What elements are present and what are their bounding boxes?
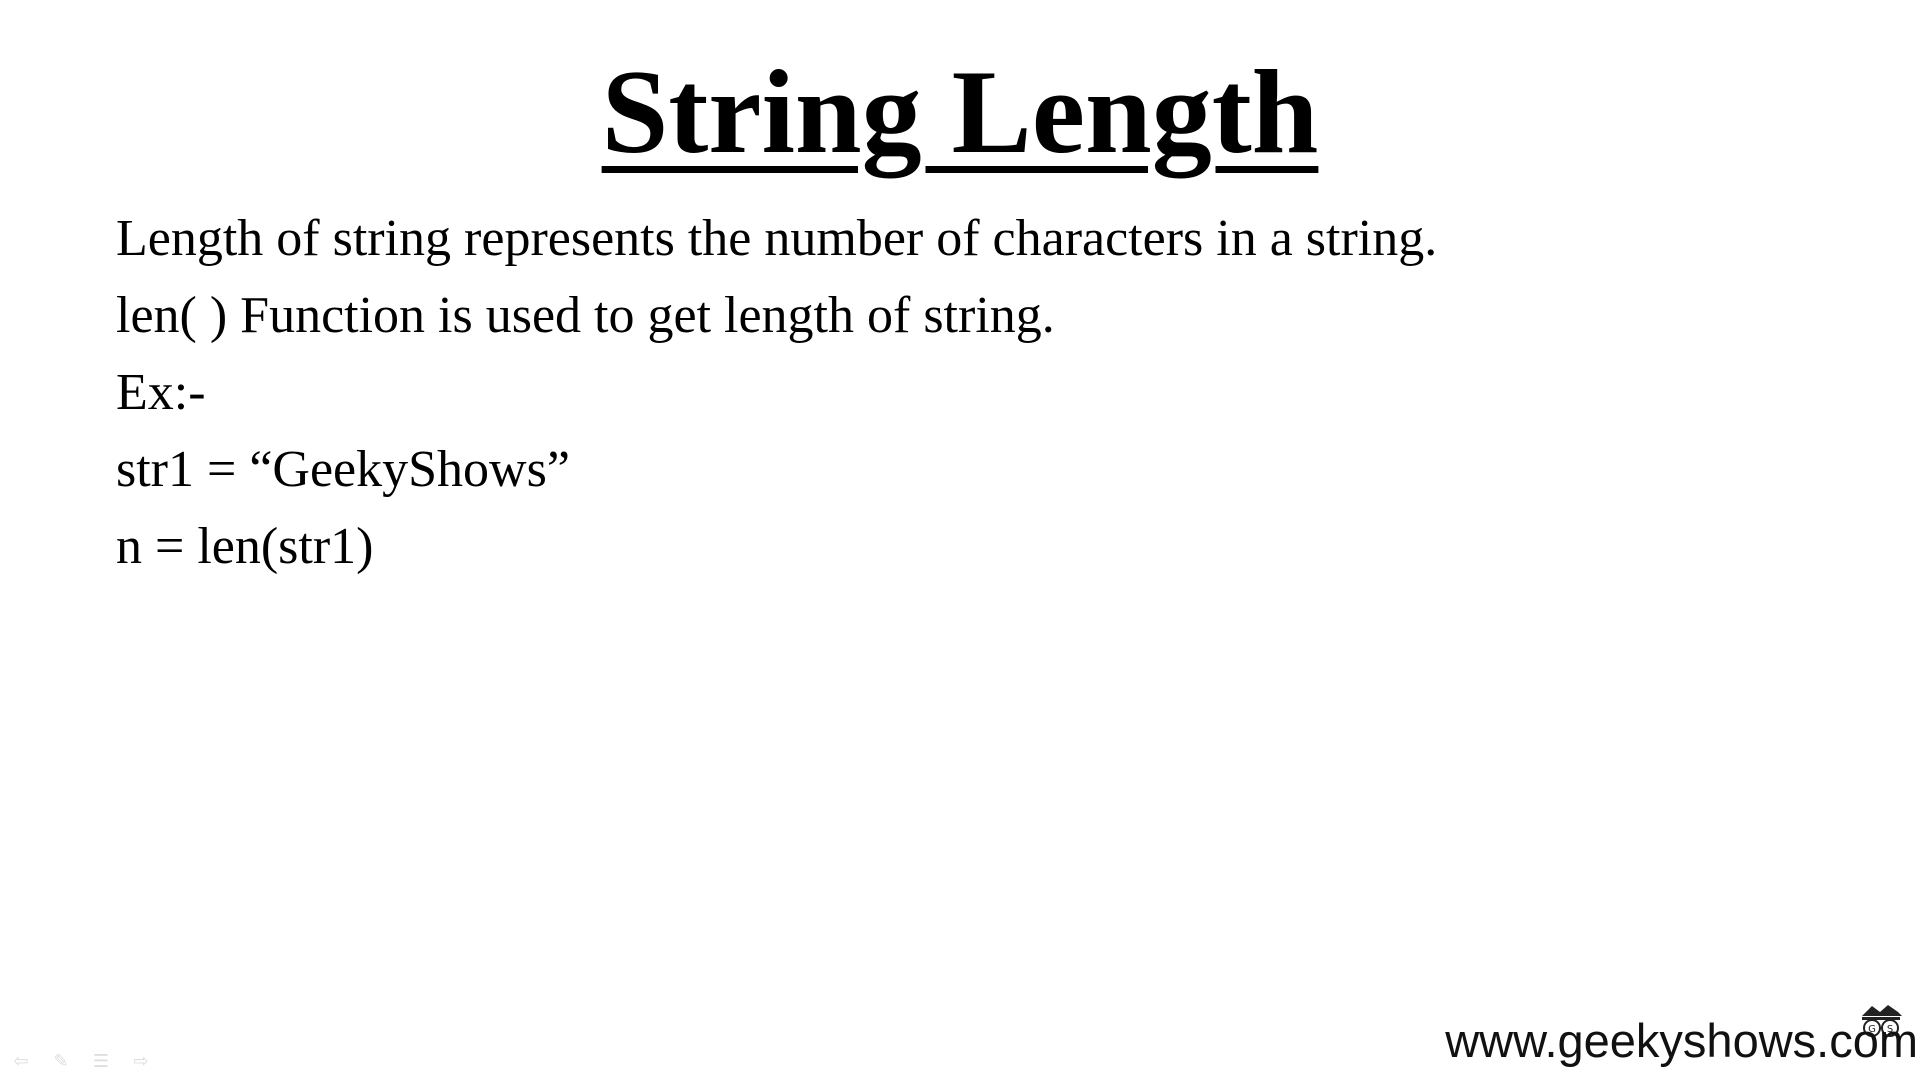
arrow-left-icon[interactable]: ⇦ — [10, 1051, 32, 1072]
body-line-code-len: n = len(str1) — [116, 518, 374, 575]
website-watermark: www.geekyshows.com — [1445, 1014, 1918, 1067]
arrow-right-icon[interactable]: ⇨ — [130, 1051, 152, 1072]
pen-icon[interactable]: ✎ — [50, 1051, 72, 1072]
slide-body: Length of string represents the number o… — [116, 200, 1816, 585]
slide-title-text: String Length — [601, 45, 1319, 178]
body-line-len-function: len( ) Function is used to get length of… — [116, 287, 1055, 344]
menu-icon[interactable]: ☰ — [90, 1051, 112, 1072]
slide-title: String Length — [0, 42, 1920, 182]
slideshow-controls: ⇦ ✎ ☰ ⇨ — [10, 1051, 152, 1072]
body-line-definition: Length of string represents the number o… — [116, 210, 1438, 267]
presentation-slide: String Length Length of string represent… — [0, 0, 1920, 1080]
body-line-example-label: Ex:- — [116, 364, 206, 421]
body-line-code-assign: str1 = “GeekyShows” — [116, 441, 570, 498]
